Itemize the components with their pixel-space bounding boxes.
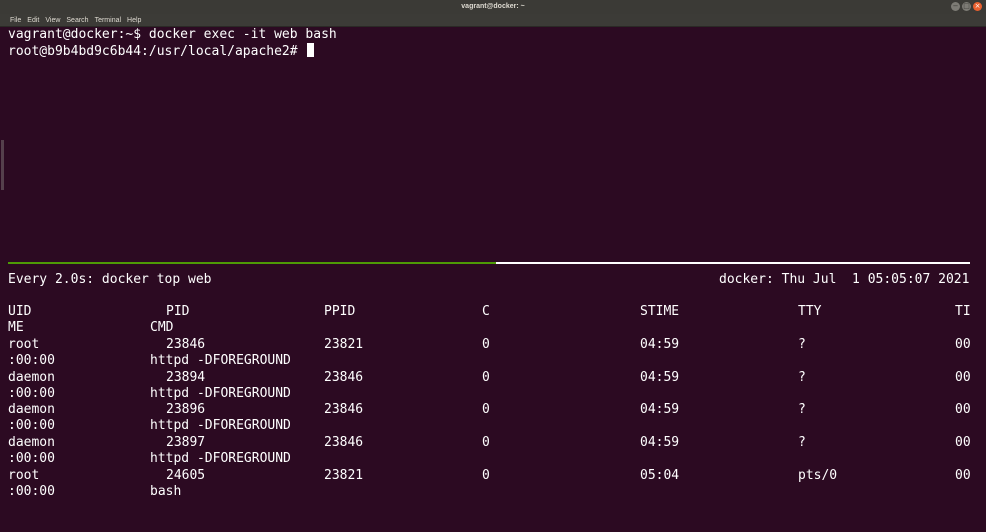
- row-c: 0: [482, 370, 490, 385]
- row-time-wrap: :00:00: [8, 418, 55, 433]
- menu-search[interactable]: Search: [66, 17, 88, 24]
- pane-divider-active[interactable]: [8, 262, 496, 264]
- text-cursor: [307, 43, 315, 57]
- row-stime: 04:59: [640, 370, 680, 385]
- row-pid: 23896: [166, 402, 206, 417]
- terminal-window: vagrant@docker: ~ − □ × File Edit View S…: [0, 0, 986, 532]
- row-tty: ?: [798, 402, 806, 417]
- row-c: 0: [482, 435, 490, 450]
- terminal-prompt-line: root@b9b4bd9c6b44:/usr/local/apache2#: [8, 43, 315, 59]
- row-time-wrap: :00:00: [8, 386, 55, 401]
- row-time-wrap: :00:00: [8, 451, 55, 466]
- row-pid: 23894: [166, 370, 206, 385]
- row-pid: 23846: [166, 337, 206, 352]
- row-stime: 04:59: [640, 337, 680, 352]
- header-tty: TTY: [798, 304, 822, 319]
- row-cmd: httpd -DFOREGROUND: [150, 386, 291, 401]
- menu-edit[interactable]: Edit: [27, 17, 39, 24]
- row-uid: root: [8, 468, 40, 483]
- row-ppid: 23821: [324, 337, 364, 352]
- row-ppid: 23846: [324, 370, 364, 385]
- row-uid: daemon: [8, 435, 55, 450]
- row-stime: 05:04: [640, 468, 680, 483]
- header-uid: UID: [8, 304, 32, 319]
- header-time-wrap: ME: [8, 320, 24, 335]
- row-tty: ?: [798, 337, 806, 352]
- menu-help[interactable]: Help: [127, 17, 141, 24]
- title-bar[interactable]: vagrant@docker: ~ − □ ×: [0, 0, 986, 14]
- row-ppid: 23846: [324, 402, 364, 417]
- row-tty: ?: [798, 435, 806, 450]
- minimize-button[interactable]: −: [951, 2, 960, 11]
- menu-bar: File Edit View Search Terminal Help: [0, 14, 986, 27]
- header-time: TI: [955, 304, 971, 319]
- left-gutter: [0, 27, 6, 532]
- row-uid: daemon: [8, 402, 55, 417]
- row-cmd: bash: [150, 484, 182, 499]
- row-stime: 04:59: [640, 402, 680, 417]
- row-time: 00: [955, 435, 971, 450]
- row-stime: 04:59: [640, 435, 680, 450]
- row-ppid: 23846: [324, 435, 364, 450]
- row-time-wrap: :00:00: [8, 484, 55, 499]
- watch-header-command: Every 2.0s: docker top web: [8, 272, 212, 287]
- header-cmd: CMD: [150, 320, 174, 335]
- pane-divider[interactable]: [496, 262, 970, 264]
- row-cmd: httpd -DFOREGROUND: [150, 353, 291, 368]
- row-uid: daemon: [8, 370, 55, 385]
- row-c: 0: [482, 402, 490, 417]
- header-c: C: [482, 304, 490, 319]
- row-time: 00: [955, 402, 971, 417]
- terminal-line: vagrant@docker:~$ docker exec -it web ba…: [8, 27, 337, 42]
- row-uid: root: [8, 337, 40, 352]
- window-title: vagrant@docker: ~: [461, 3, 525, 10]
- window-controls: − □ ×: [951, 2, 982, 11]
- row-time: 00: [955, 370, 971, 385]
- row-tty: pts/0: [798, 468, 838, 483]
- row-cmd: httpd -DFOREGROUND: [150, 451, 291, 466]
- header-ppid: PPID: [324, 304, 356, 319]
- menu-file[interactable]: File: [10, 17, 21, 24]
- row-time: 00: [955, 468, 971, 483]
- close-button[interactable]: ×: [973, 2, 982, 11]
- row-time-wrap: :00:00: [8, 353, 55, 368]
- row-ppid: 23821: [324, 468, 364, 483]
- header-pid: PID: [166, 304, 190, 319]
- row-tty: ?: [798, 370, 806, 385]
- row-pid: 23897: [166, 435, 206, 450]
- row-c: 0: [482, 337, 490, 352]
- maximize-button[interactable]: □: [962, 2, 971, 11]
- header-stime: STIME: [640, 304, 680, 319]
- row-time: 00: [955, 337, 971, 352]
- watch-header-timestamp: docker: Thu Jul 1 05:05:07 2021: [719, 272, 970, 287]
- row-cmd: httpd -DFOREGROUND: [150, 418, 291, 433]
- row-pid: 24605: [166, 468, 206, 483]
- row-c: 0: [482, 468, 490, 483]
- scrollbar-thumb[interactable]: [1, 140, 4, 190]
- menu-view[interactable]: View: [45, 17, 60, 24]
- menu-terminal[interactable]: Terminal: [95, 17, 121, 24]
